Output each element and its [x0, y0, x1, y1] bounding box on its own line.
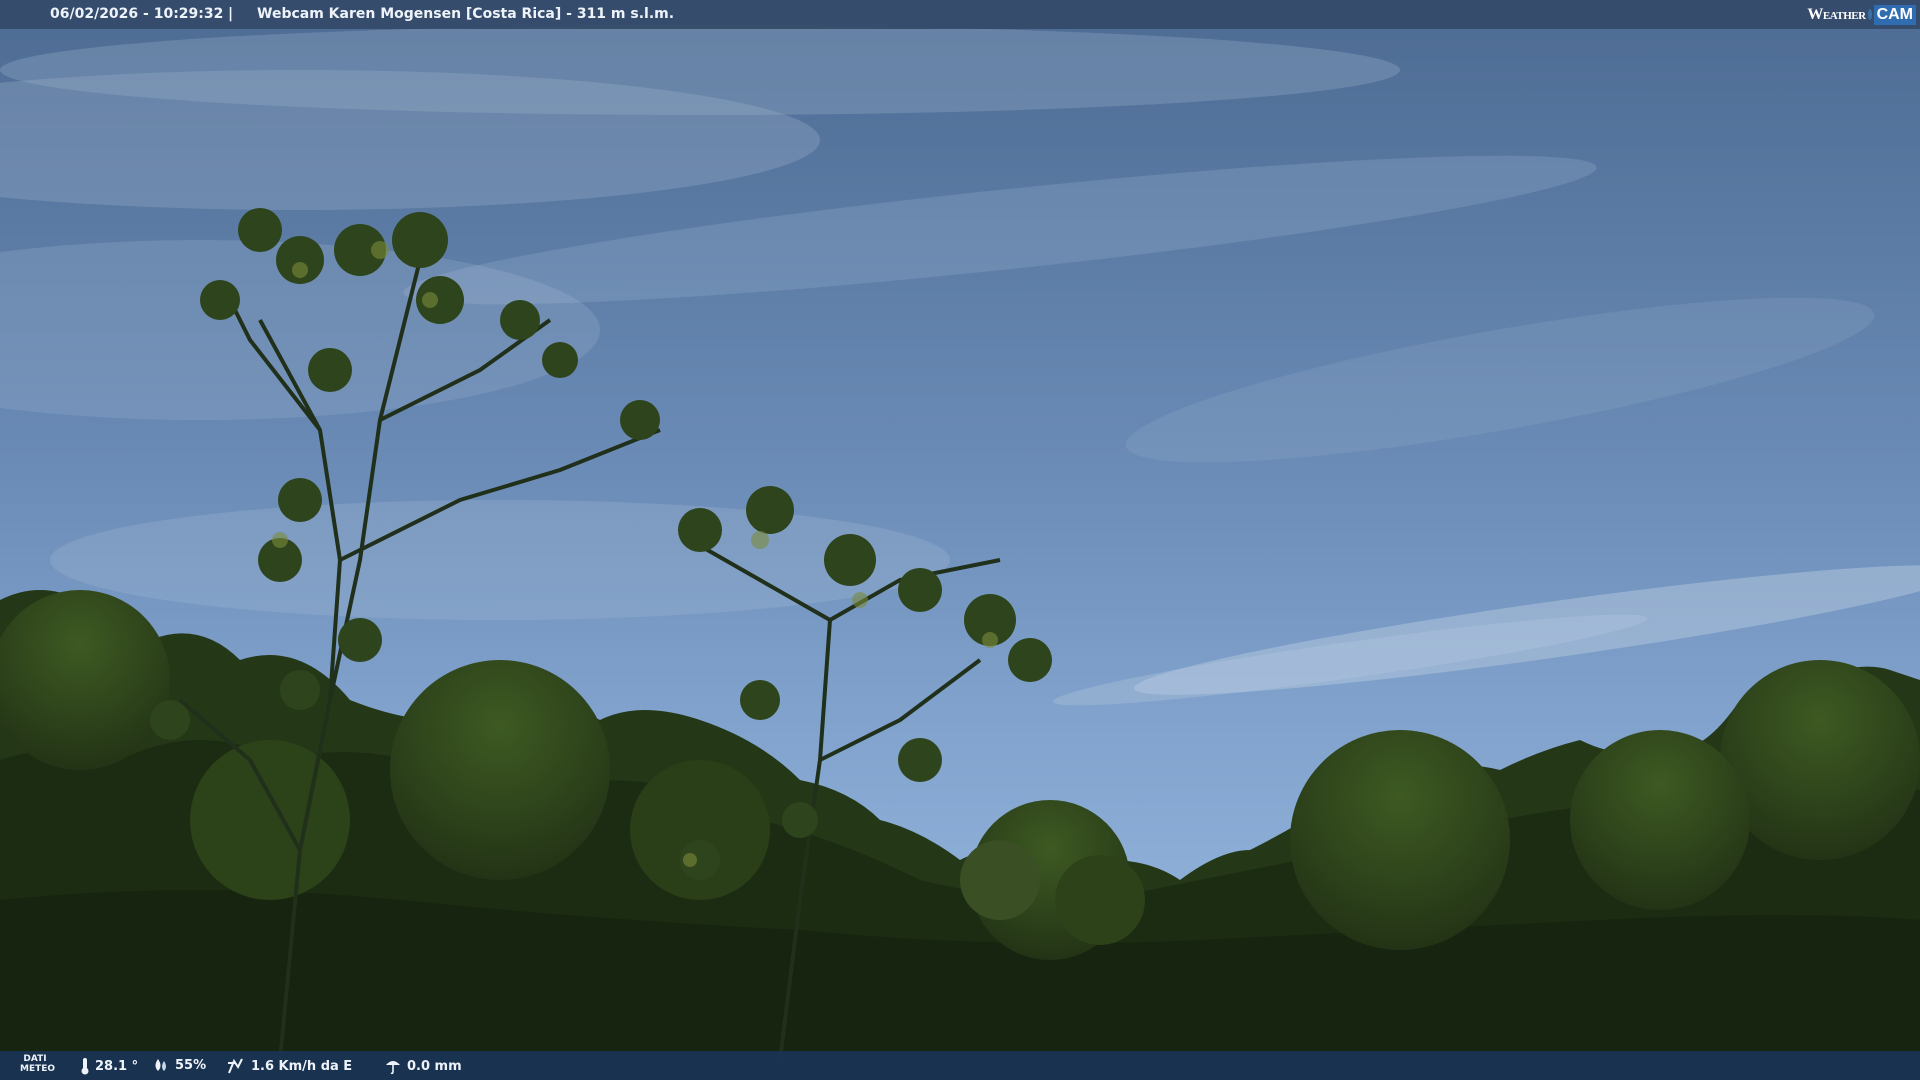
rain-value: 0.0 mm: [407, 1058, 462, 1074]
weather-label-line2: METEO: [20, 1064, 56, 1074]
rain-item: 0.0 mm: [384, 1057, 462, 1075]
top-info-bar: 06/02/2026 - 10:29:32 | Webcam Karen Mog…: [0, 0, 1920, 29]
humidity-icon: [155, 1059, 166, 1071]
rain-icon: [386, 1061, 400, 1075]
scene: [0, 25, 1920, 1080]
timestamp: 06/02/2026 - 10:29:32: [50, 6, 224, 22]
temperature-value: 28.1 °: [95, 1058, 139, 1074]
weather-data-bar: DATI METEO 28.1 ° 55% 1.6 Km/h da E 0.0 …: [0, 1051, 1920, 1080]
wind-value: 1.6 Km/h da E: [251, 1058, 353, 1074]
weather-label: DATI METEO: [20, 1054, 56, 1074]
weathercam-logo: Weather CAM: [1807, 0, 1920, 29]
wind-item: 1.6 Km/h da E: [226, 1057, 352, 1075]
logo-weather-text: Weather: [1807, 5, 1866, 23]
webcam-image: [0, 0, 1920, 1080]
forest-canopy: [0, 590, 1920, 1080]
humidity-value: 55%: [175, 1057, 207, 1073]
logo-dot-icon: [1867, 9, 1872, 20]
thermometer-icon: [81, 1058, 89, 1075]
weather-label-line1: DATI: [23, 1054, 47, 1064]
wind-icon: [228, 1058, 243, 1074]
webcam-title: Webcam Karen Mogensen [Costa Rica] - 311…: [257, 6, 675, 22]
humidity-item: 55%: [152, 1057, 206, 1073]
separator: |: [228, 6, 234, 22]
logo-cam-text: CAM: [1873, 4, 1916, 25]
temperature-item: 28.1 °: [80, 1057, 138, 1075]
